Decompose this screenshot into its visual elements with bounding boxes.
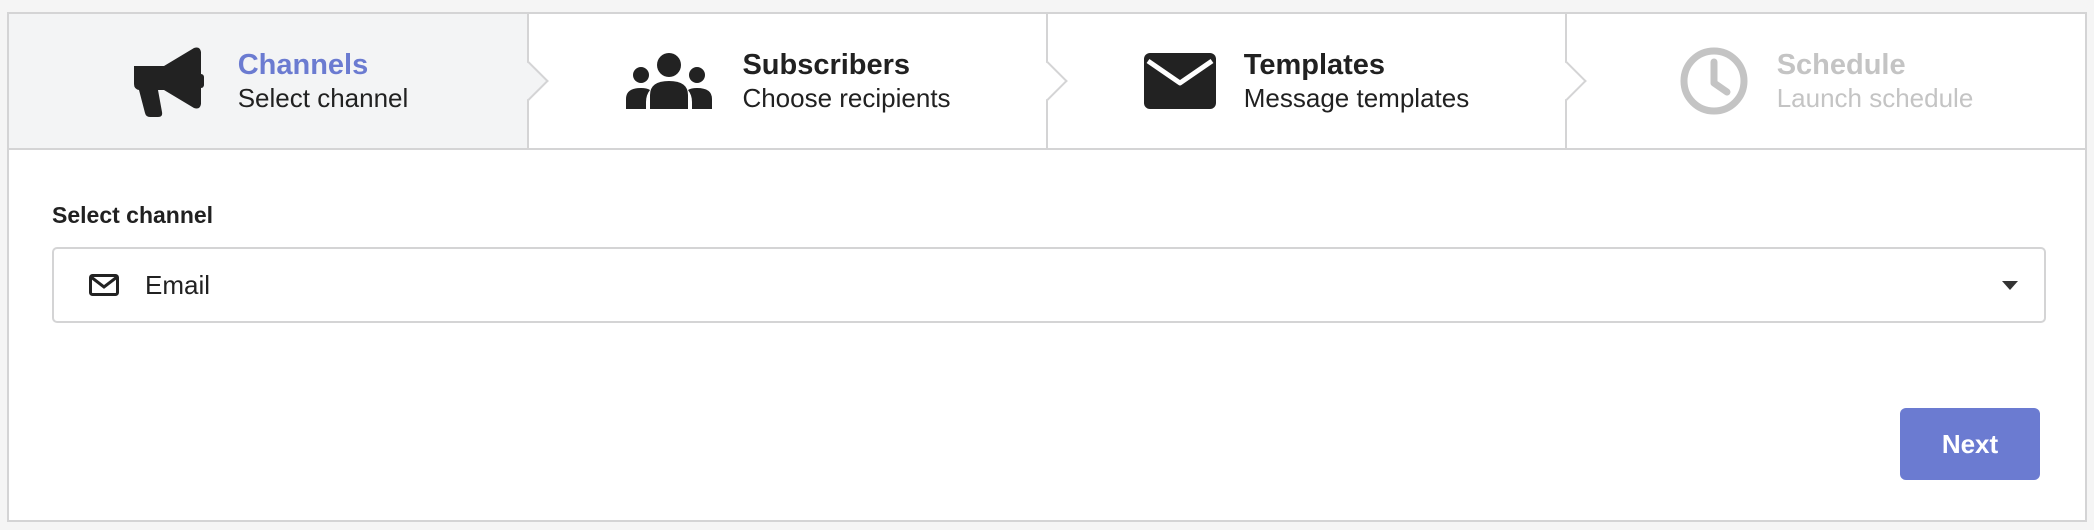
step-title: Channels [237,49,369,81]
step-description: Launch schedule [1776,83,1974,113]
step-title: Templates [1243,49,1386,81]
chevron-down-icon[interactable] [2002,280,2018,290]
step-description: Select channel [237,83,409,113]
next-button[interactable]: Next [1900,408,2040,480]
users-icon [624,44,714,118]
step-indicator: Channels Select channel Subscribers Choo… [9,14,2085,150]
envelope-icon [1143,44,1216,118]
envelope-outline-icon [89,274,119,296]
step-subscribers[interactable]: Subscribers Choose recipients [529,14,1068,148]
wizard-card: Channels Select channel Subscribers Choo… [7,12,2087,522]
megaphone-icon [128,44,210,118]
step-description: Message templates [1243,83,1470,113]
channel-select-value: Email [145,269,211,300]
channel-select-label: Select channel [52,202,214,228]
step-description: Choose recipients [742,83,951,113]
step-schedule: Schedule Launch schedule [1567,14,2085,148]
step-channels[interactable]: Channels Select channel [9,14,549,148]
step-title: Schedule [1776,49,1906,81]
step-templates[interactable]: Templates Message templates [1048,14,1587,148]
step-title: Subscribers [742,49,911,81]
clock-icon [1679,44,1749,118]
channel-select[interactable]: Email [52,247,2046,323]
